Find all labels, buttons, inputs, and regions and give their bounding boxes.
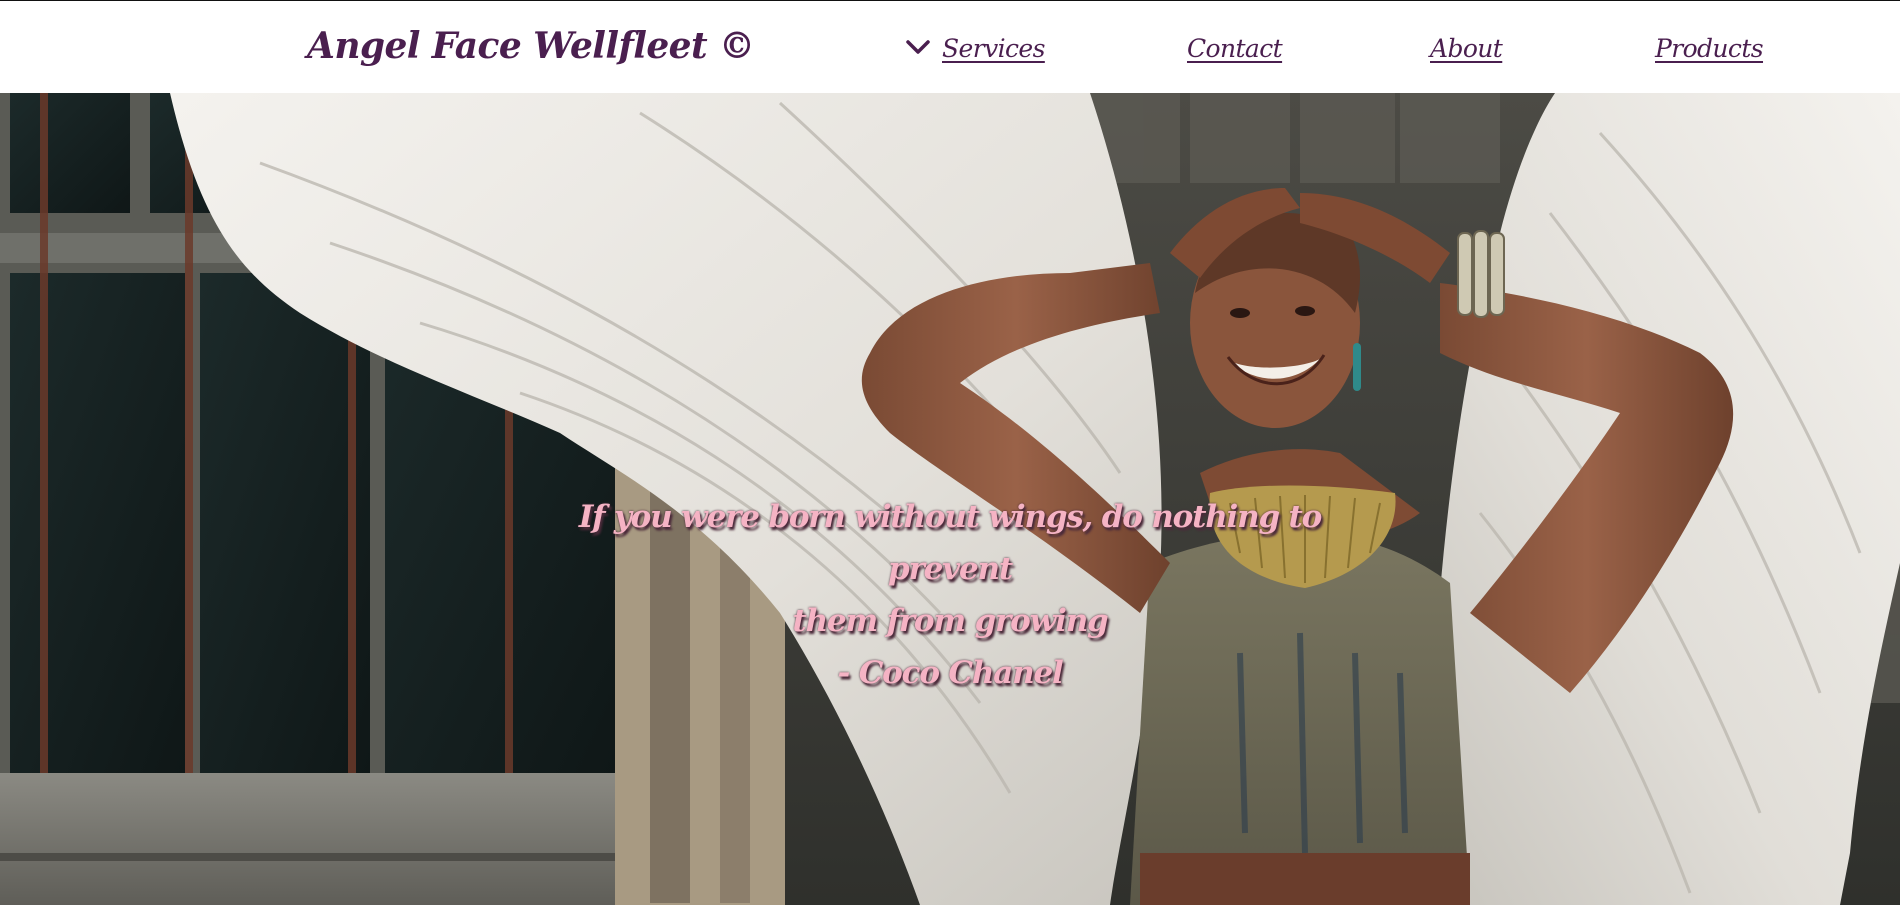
quote-author: - Coco Chanel: [837, 655, 1063, 691]
site-logo-title[interactable]: Angel Face Wellfleet ©: [307, 25, 755, 67]
nav-contact-link[interactable]: Contact: [1187, 34, 1283, 63]
nav-about-link[interactable]: About: [1430, 34, 1503, 63]
hero-section: If you were born without wings, do nothi…: [0, 93, 1900, 905]
hero-quote: If you were born without wings, do nothi…: [520, 491, 1380, 699]
nav-products-link[interactable]: Products: [1655, 34, 1764, 63]
chevron-down-icon[interactable]: [905, 37, 931, 57]
quote-line-2: them from growing: [792, 603, 1108, 639]
nav-services-link[interactable]: Services: [942, 34, 1045, 63]
quote-line-1: If you were born without wings, do nothi…: [578, 499, 1322, 587]
site-header: Angel Face Wellfleet © Services Contact …: [0, 0, 1900, 93]
